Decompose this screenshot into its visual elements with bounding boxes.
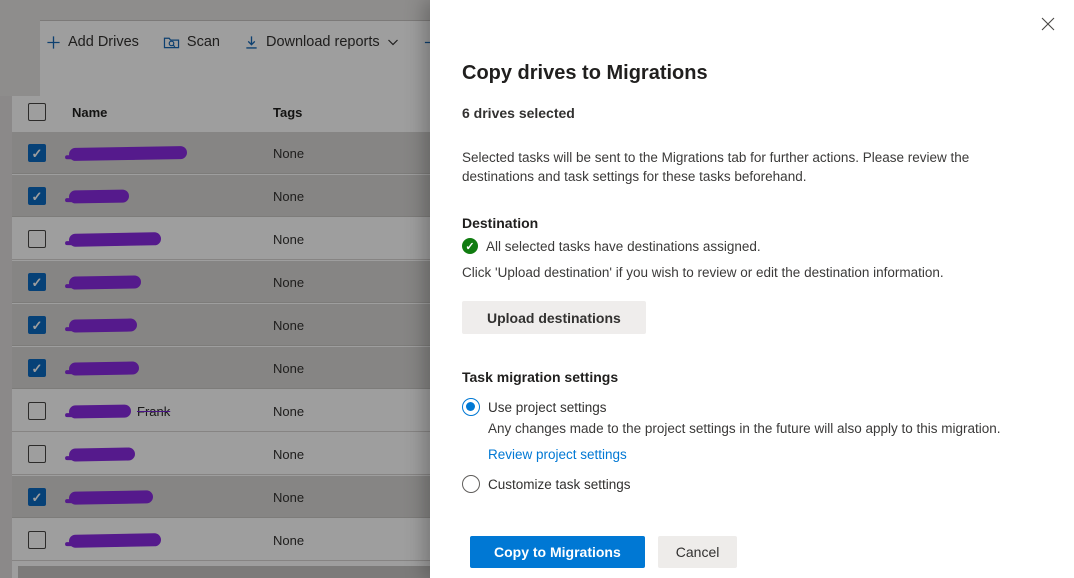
- radio-unselected-icon[interactable]: [462, 475, 480, 493]
- screen: Add Drives Scan Download reports Co Name…: [0, 0, 1074, 578]
- close-button[interactable]: [1038, 14, 1058, 34]
- use-project-settings-description: Any changes made to the project settings…: [488, 421, 1028, 436]
- copy-drives-panel: Copy drives to Migrations 6 drives selec…: [430, 0, 1074, 578]
- destination-status-text: All selected tasks have destinations ass…: [486, 239, 761, 254]
- customize-task-settings-label: Customize task settings: [488, 477, 631, 492]
- check-circle-icon: ✓: [462, 238, 478, 254]
- modal-dim-overlay: [0, 0, 430, 578]
- cancel-button[interactable]: Cancel: [658, 536, 738, 568]
- destination-heading: Destination: [462, 215, 538, 231]
- copy-to-migrations-button[interactable]: Copy to Migrations: [470, 536, 645, 568]
- radio-selected-icon[interactable]: [462, 398, 480, 416]
- selected-count: 6 drives selected: [462, 105, 575, 121]
- intro-text: Selected tasks will be sent to the Migra…: [462, 148, 1020, 186]
- use-project-settings-label: Use project settings: [488, 400, 607, 415]
- panel-title: Copy drives to Migrations: [462, 62, 708, 85]
- review-project-settings-link[interactable]: Review project settings: [488, 447, 627, 462]
- upload-destinations-button[interactable]: Upload destinations: [462, 301, 646, 334]
- destination-status-row: ✓ All selected tasks have destinations a…: [462, 238, 761, 254]
- close-icon: [1038, 14, 1058, 34]
- task-settings-heading: Task migration settings: [462, 369, 618, 385]
- customize-task-settings-option[interactable]: Customize task settings: [462, 475, 631, 493]
- destination-hint-text: Click 'Upload destination' if you wish t…: [462, 265, 1032, 280]
- use-project-settings-option[interactable]: Use project settings: [462, 398, 607, 416]
- panel-footer: Copy to Migrations Cancel: [470, 536, 737, 568]
